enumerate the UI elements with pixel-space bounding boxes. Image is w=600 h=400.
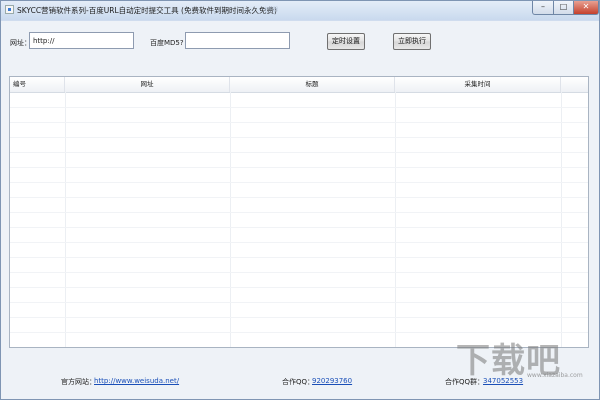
row-line <box>10 152 588 153</box>
minimize-button[interactable]: – <box>532 1 554 15</box>
title-bar[interactable]: SKYCC营销软件系列-百度URL自动定时提交工具 (免费软件到期时间永久免费)… <box>1 1 599 20</box>
row-line <box>10 212 588 213</box>
md5-label: 百度MD5? <box>150 39 184 47</box>
row-line <box>10 317 588 318</box>
window-title: SKYCC营销软件系列-百度URL自动定时提交工具 (免费软件到期时间永久免费) <box>17 6 277 15</box>
row-line <box>10 242 588 243</box>
url-input[interactable] <box>29 32 134 49</box>
partner-qq-label: 合作QQ： <box>282 378 315 386</box>
app-icon <box>5 5 14 14</box>
row-line <box>10 197 588 198</box>
column-divider <box>561 92 562 347</box>
column-divider <box>395 92 396 347</box>
main-window: SKYCC营销软件系列-百度URL自动定时提交工具 (免费软件到期时间永久免费)… <box>0 0 600 400</box>
run-now-button[interactable]: 立即执行 <box>393 33 431 50</box>
column-header-id[interactable]: 编号 <box>10 77 65 92</box>
column-header-url[interactable]: 网址 <box>65 77 230 92</box>
maximize-button[interactable]: □ <box>554 1 574 15</box>
md5-input[interactable] <box>185 32 290 49</box>
row-line <box>10 182 588 183</box>
row-line <box>10 227 588 228</box>
row-line <box>10 137 588 138</box>
row-line <box>10 257 588 258</box>
column-header-title[interactable]: 标题 <box>230 77 395 92</box>
minimize-icon: – <box>541 2 545 11</box>
row-line <box>10 167 588 168</box>
title-ghost-text: 定时器 <box>263 7 279 13</box>
official-site-label: 官方网站： <box>61 378 96 386</box>
schedule-button[interactable]: 定时设置 <box>327 33 365 50</box>
row-line <box>10 272 588 273</box>
row-line <box>10 107 588 108</box>
row-line <box>10 302 588 303</box>
close-button[interactable]: ✕ <box>574 1 599 15</box>
column-header-collect-time[interactable]: 采集时间 <box>395 77 561 92</box>
column-divider <box>65 92 66 347</box>
official-site-link[interactable]: http://www.weisuda.net/ <box>94 377 179 385</box>
column-divider <box>230 92 231 347</box>
results-table[interactable]: 编号 网址 标题 采集时间 <box>9 76 589 348</box>
watermark-url: www.xiazaiba.com <box>527 372 583 379</box>
partner-qq-link[interactable]: 920293760 <box>312 377 352 385</box>
close-icon: ✕ <box>582 2 590 11</box>
row-line <box>10 287 588 288</box>
maximize-icon: □ <box>559 2 568 11</box>
table-header: 编号 网址 标题 采集时间 <box>10 77 588 93</box>
url-label: 网址： <box>10 39 31 47</box>
row-line <box>10 122 588 123</box>
